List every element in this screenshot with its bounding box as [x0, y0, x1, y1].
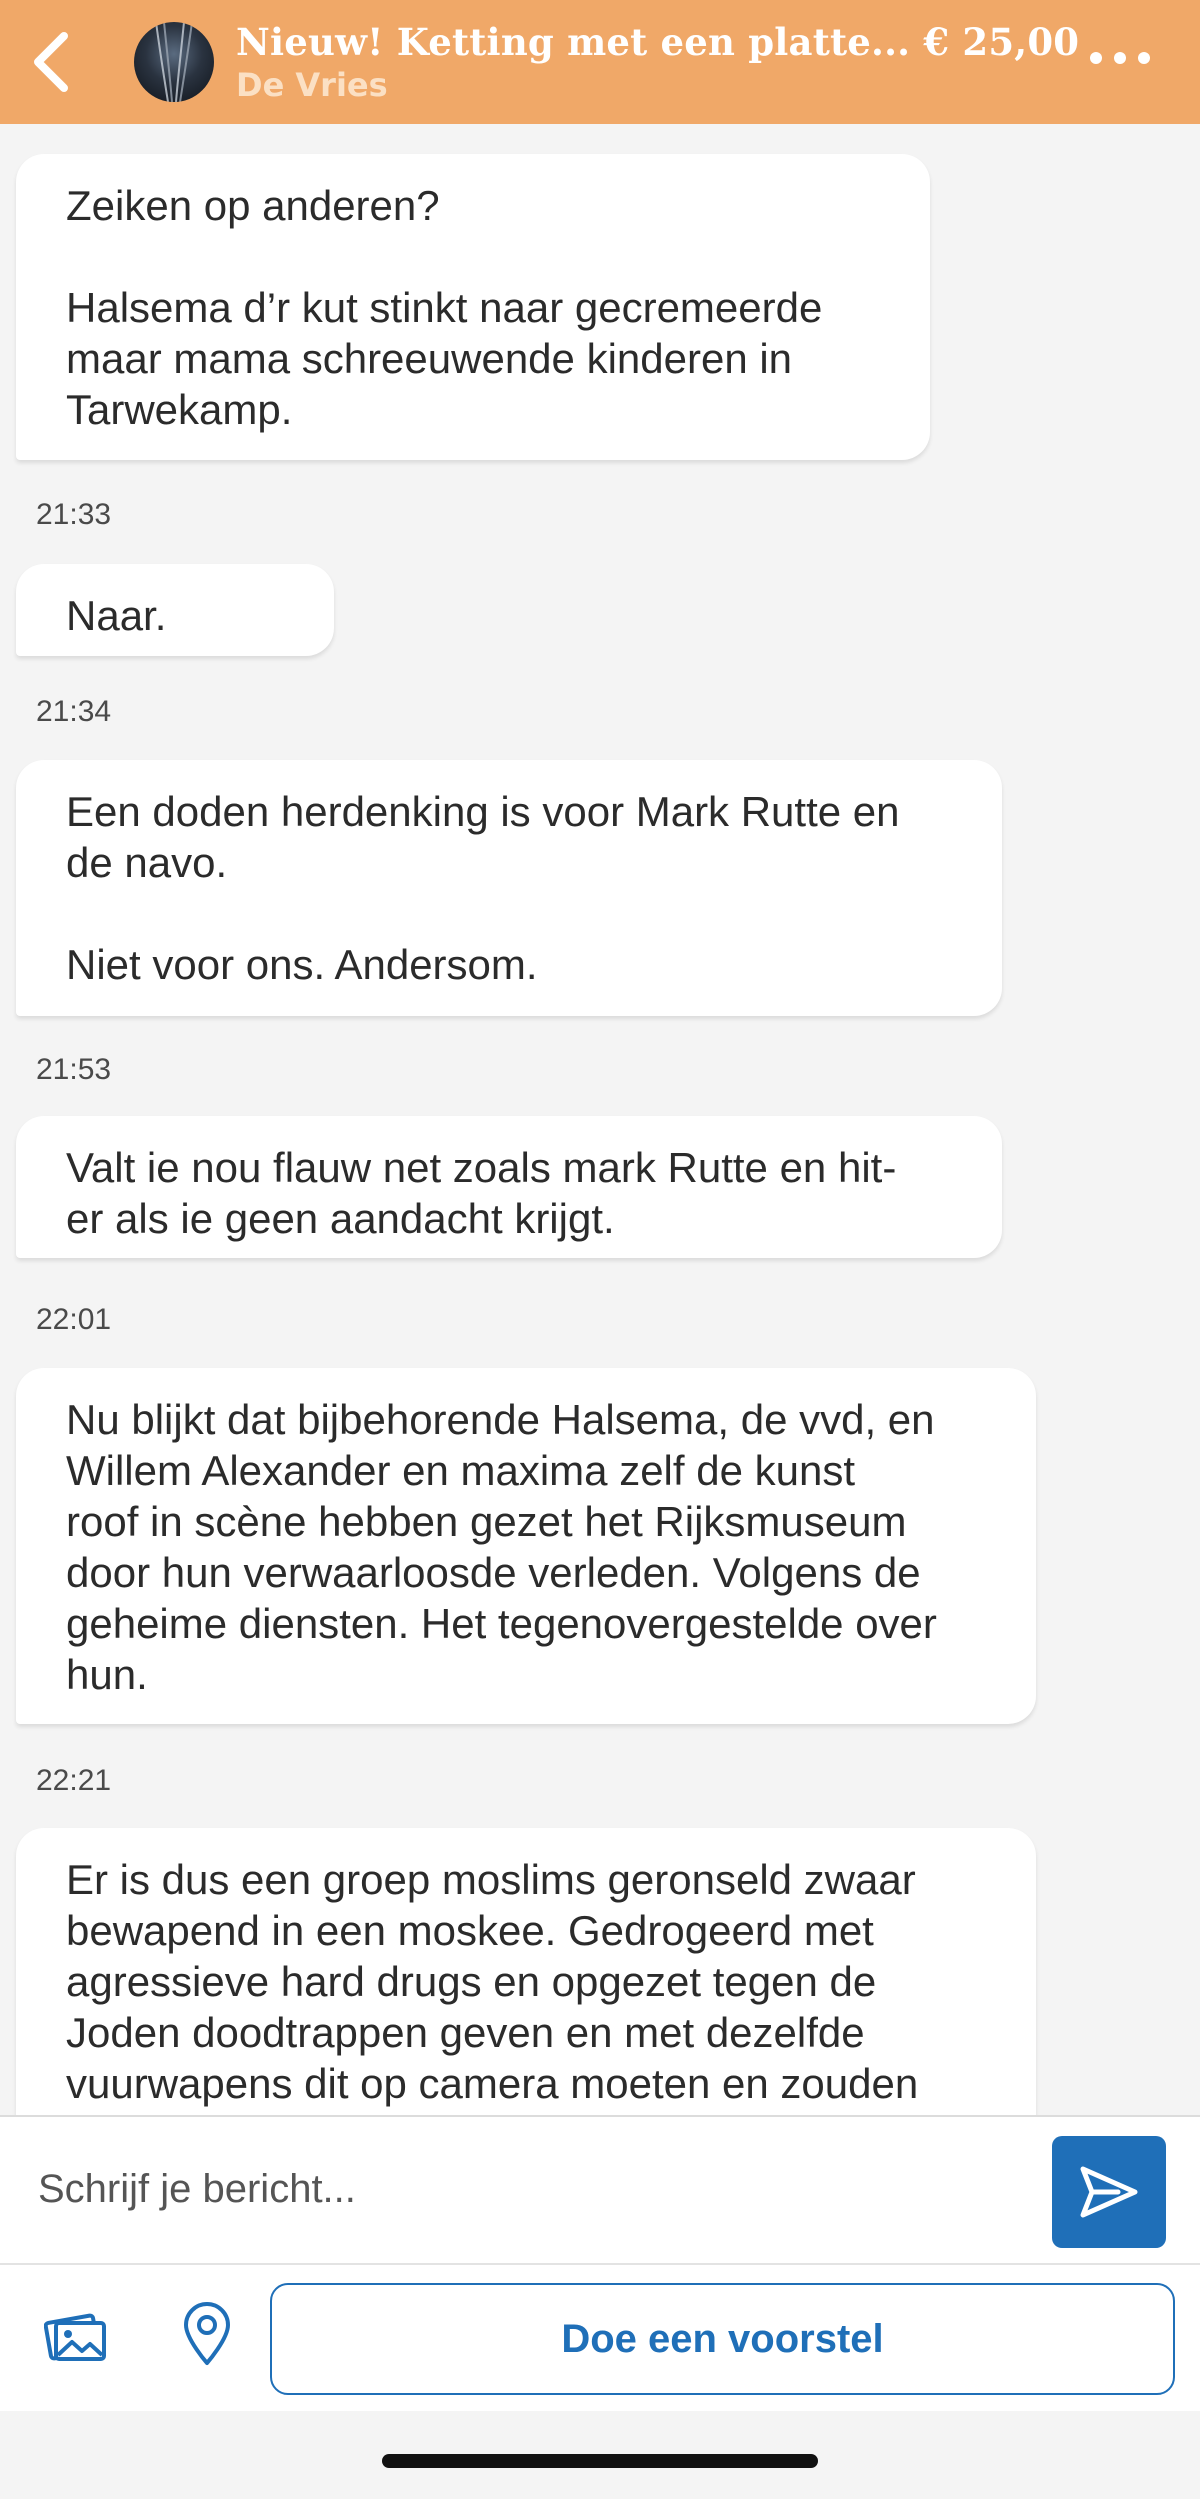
location-button[interactable] [182, 2301, 232, 2367]
listing-title: Nieuw! Ketting met een platte... € 25,00 [236, 20, 1080, 64]
message-line: hun. [66, 1651, 148, 1698]
message-bubble: Naar. [16, 564, 334, 656]
make-offer-button[interactable]: Doe een voorstel [270, 2283, 1175, 2395]
back-button[interactable] [0, 0, 100, 124]
header-text[interactable]: Nieuw! Ketting met een platte... € 25,00… [236, 20, 1080, 104]
message-line: Nu blijkt dat bijbehorende Halsema, de v… [66, 1396, 935, 1443]
more-dot [1090, 52, 1102, 64]
message-line: Naar. [66, 592, 167, 639]
message-line: Er is dus een groep moslims geronseld zw… [66, 1856, 916, 1903]
message-bubble: Nu blijkt dat bijbehorende Halsema, de v… [16, 1368, 1036, 1724]
message-bubble: Valt ie nou flauw net zoals mark Rutte e… [16, 1116, 1002, 1258]
message-time: 21:34 [36, 695, 112, 728]
message-line: Tarwekamp. [66, 386, 293, 433]
message-line: maar mama schreeuwende kinderen in [66, 335, 793, 382]
necklace-image [155, 22, 193, 102]
send-button[interactable] [1052, 2136, 1166, 2248]
message-line: bewapend in een moskee. Gedrogeerd met [66, 1907, 874, 1954]
message-line: Valt ie nou flauw net zoals mark Rutte e… [66, 1144, 897, 1191]
message-line: agressieve hard drugs en opgezet tegen d… [66, 1958, 877, 2005]
more-dot [1138, 52, 1150, 64]
photo-button[interactable] [43, 2305, 108, 2369]
send-icon [1080, 2166, 1138, 2218]
home-indicator-area [0, 2411, 1200, 2499]
message-composer [0, 2115, 1200, 2263]
message-time: 22:21 [36, 1764, 112, 1797]
message-line: Niet voor ons. Andersom. [66, 941, 538, 988]
message-input[interactable] [38, 2149, 998, 2229]
message-line: roof in scène hebben gezet het Rijksmuse… [66, 1498, 907, 1545]
message-time: 21:33 [36, 498, 112, 531]
message-bubble: Zeiken op anderen? Halsema d’r kut stink… [16, 154, 930, 460]
chat-header: Nieuw! Ketting met een platte... € 25,00… [0, 0, 1200, 124]
message-line: Een doden herdenking is voor Mark Rutte … [66, 788, 900, 835]
message-bubble: Een doden herdenking is voor Mark Rutte … [16, 760, 1002, 1016]
message-time: 22:01 [36, 1303, 112, 1336]
message-time: 21:53 [36, 1053, 112, 1086]
chevron-left-icon [34, 32, 68, 92]
listing-thumbnail[interactable] [134, 22, 214, 102]
message-list[interactable]: Zeiken op anderen? Halsema d’r kut stink… [0, 124, 1200, 2168]
message-line: Willem Alexander en maxima zelf de kunst [66, 1447, 855, 1494]
action-bar: Doe een voorstel [0, 2263, 1200, 2411]
more-button[interactable] [1090, 52, 1150, 64]
photo-icon [43, 2313, 106, 2361]
message-line: door hun verwaarloosde verleden. Volgens… [66, 1549, 921, 1596]
location-pin-icon [184, 2302, 230, 2365]
message-line: Zeiken op anderen? [66, 182, 440, 229]
message-line: er als ie geen aandacht krijgt. [66, 1195, 615, 1242]
message-line: geheime diensten. Het tegenovergestelde … [66, 1600, 937, 1647]
message-line: de navo. [66, 839, 228, 886]
message-line: vuurwapens dit op camera moeten en zoude… [66, 2060, 919, 2107]
message-line: Joden doodtrappen geven en met dezelfde [66, 2009, 865, 2056]
seller-name: De Vries [236, 66, 388, 104]
message-line: Halsema d’r kut stinkt naar gecremeerde [66, 284, 823, 331]
more-dot [1114, 52, 1126, 64]
home-indicator[interactable] [382, 2454, 818, 2468]
